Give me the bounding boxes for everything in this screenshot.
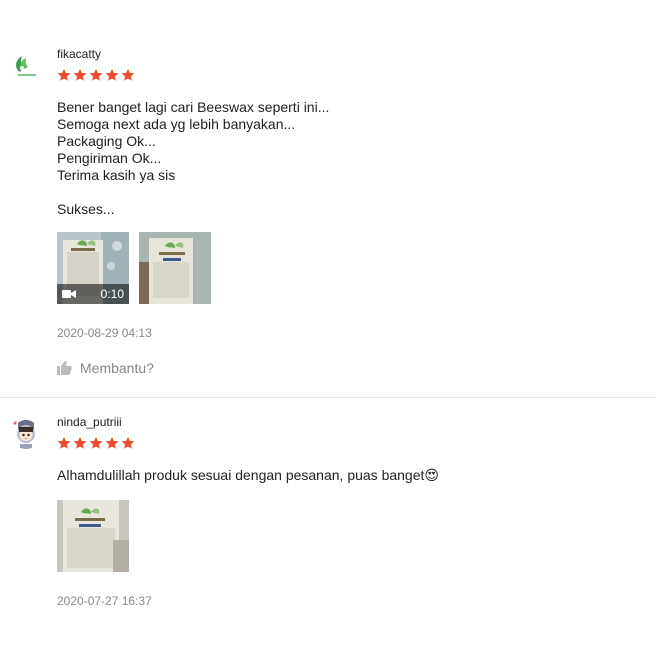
reviewer-username[interactable]: fikacatty bbox=[57, 47, 101, 61]
video-duration: 0:10 bbox=[100, 287, 124, 301]
star-icon bbox=[73, 68, 87, 81]
helpful-label: Membantu? bbox=[80, 360, 154, 376]
review-text: Alhamdulillah produk sesuai dengan pesan… bbox=[57, 467, 439, 483]
star-icon bbox=[121, 436, 135, 449]
star-icon bbox=[105, 436, 119, 449]
image-thumbnail[interactable] bbox=[57, 500, 129, 572]
review-media: 0:10 bbox=[57, 232, 211, 304]
review-media bbox=[57, 500, 129, 572]
thumbs-up-icon bbox=[57, 361, 72, 375]
review-date: 2020-08-29 04:13 bbox=[57, 326, 152, 340]
review-date: 2020-07-27 16:37 bbox=[57, 594, 152, 608]
star-icon bbox=[121, 68, 135, 81]
rating-stars bbox=[57, 68, 135, 82]
avatar[interactable] bbox=[10, 417, 42, 449]
product-photo bbox=[57, 500, 129, 572]
star-icon bbox=[89, 68, 103, 81]
star-icon bbox=[57, 436, 71, 449]
review-text: Bener banget lagi cari Beeswax seperti i… bbox=[57, 99, 330, 217]
video-info-bar: 0:10 bbox=[57, 284, 129, 304]
image-thumbnail[interactable] bbox=[139, 232, 211, 304]
video-thumbnail[interactable]: 0:10 bbox=[57, 232, 129, 304]
star-icon bbox=[57, 68, 71, 81]
star-icon bbox=[89, 436, 103, 449]
rating-stars bbox=[57, 436, 135, 450]
star-icon bbox=[73, 436, 87, 449]
star-icon bbox=[105, 68, 119, 81]
avatar[interactable] bbox=[10, 50, 42, 82]
review-item: fikacatty Bener banget lagi cari Beeswax… bbox=[0, 0, 656, 398]
leaf-logo-icon bbox=[16, 56, 36, 76]
product-photo bbox=[139, 232, 211, 304]
helpful-button[interactable]: Membantu? bbox=[57, 360, 154, 376]
cartoon-girl-avatar-icon bbox=[10, 417, 42, 449]
video-camera-icon bbox=[62, 290, 76, 298]
review-item: ninda_putriii Alhamdulillah produk sesua… bbox=[0, 397, 656, 656]
reviewer-username[interactable]: ninda_putriii bbox=[57, 415, 122, 429]
